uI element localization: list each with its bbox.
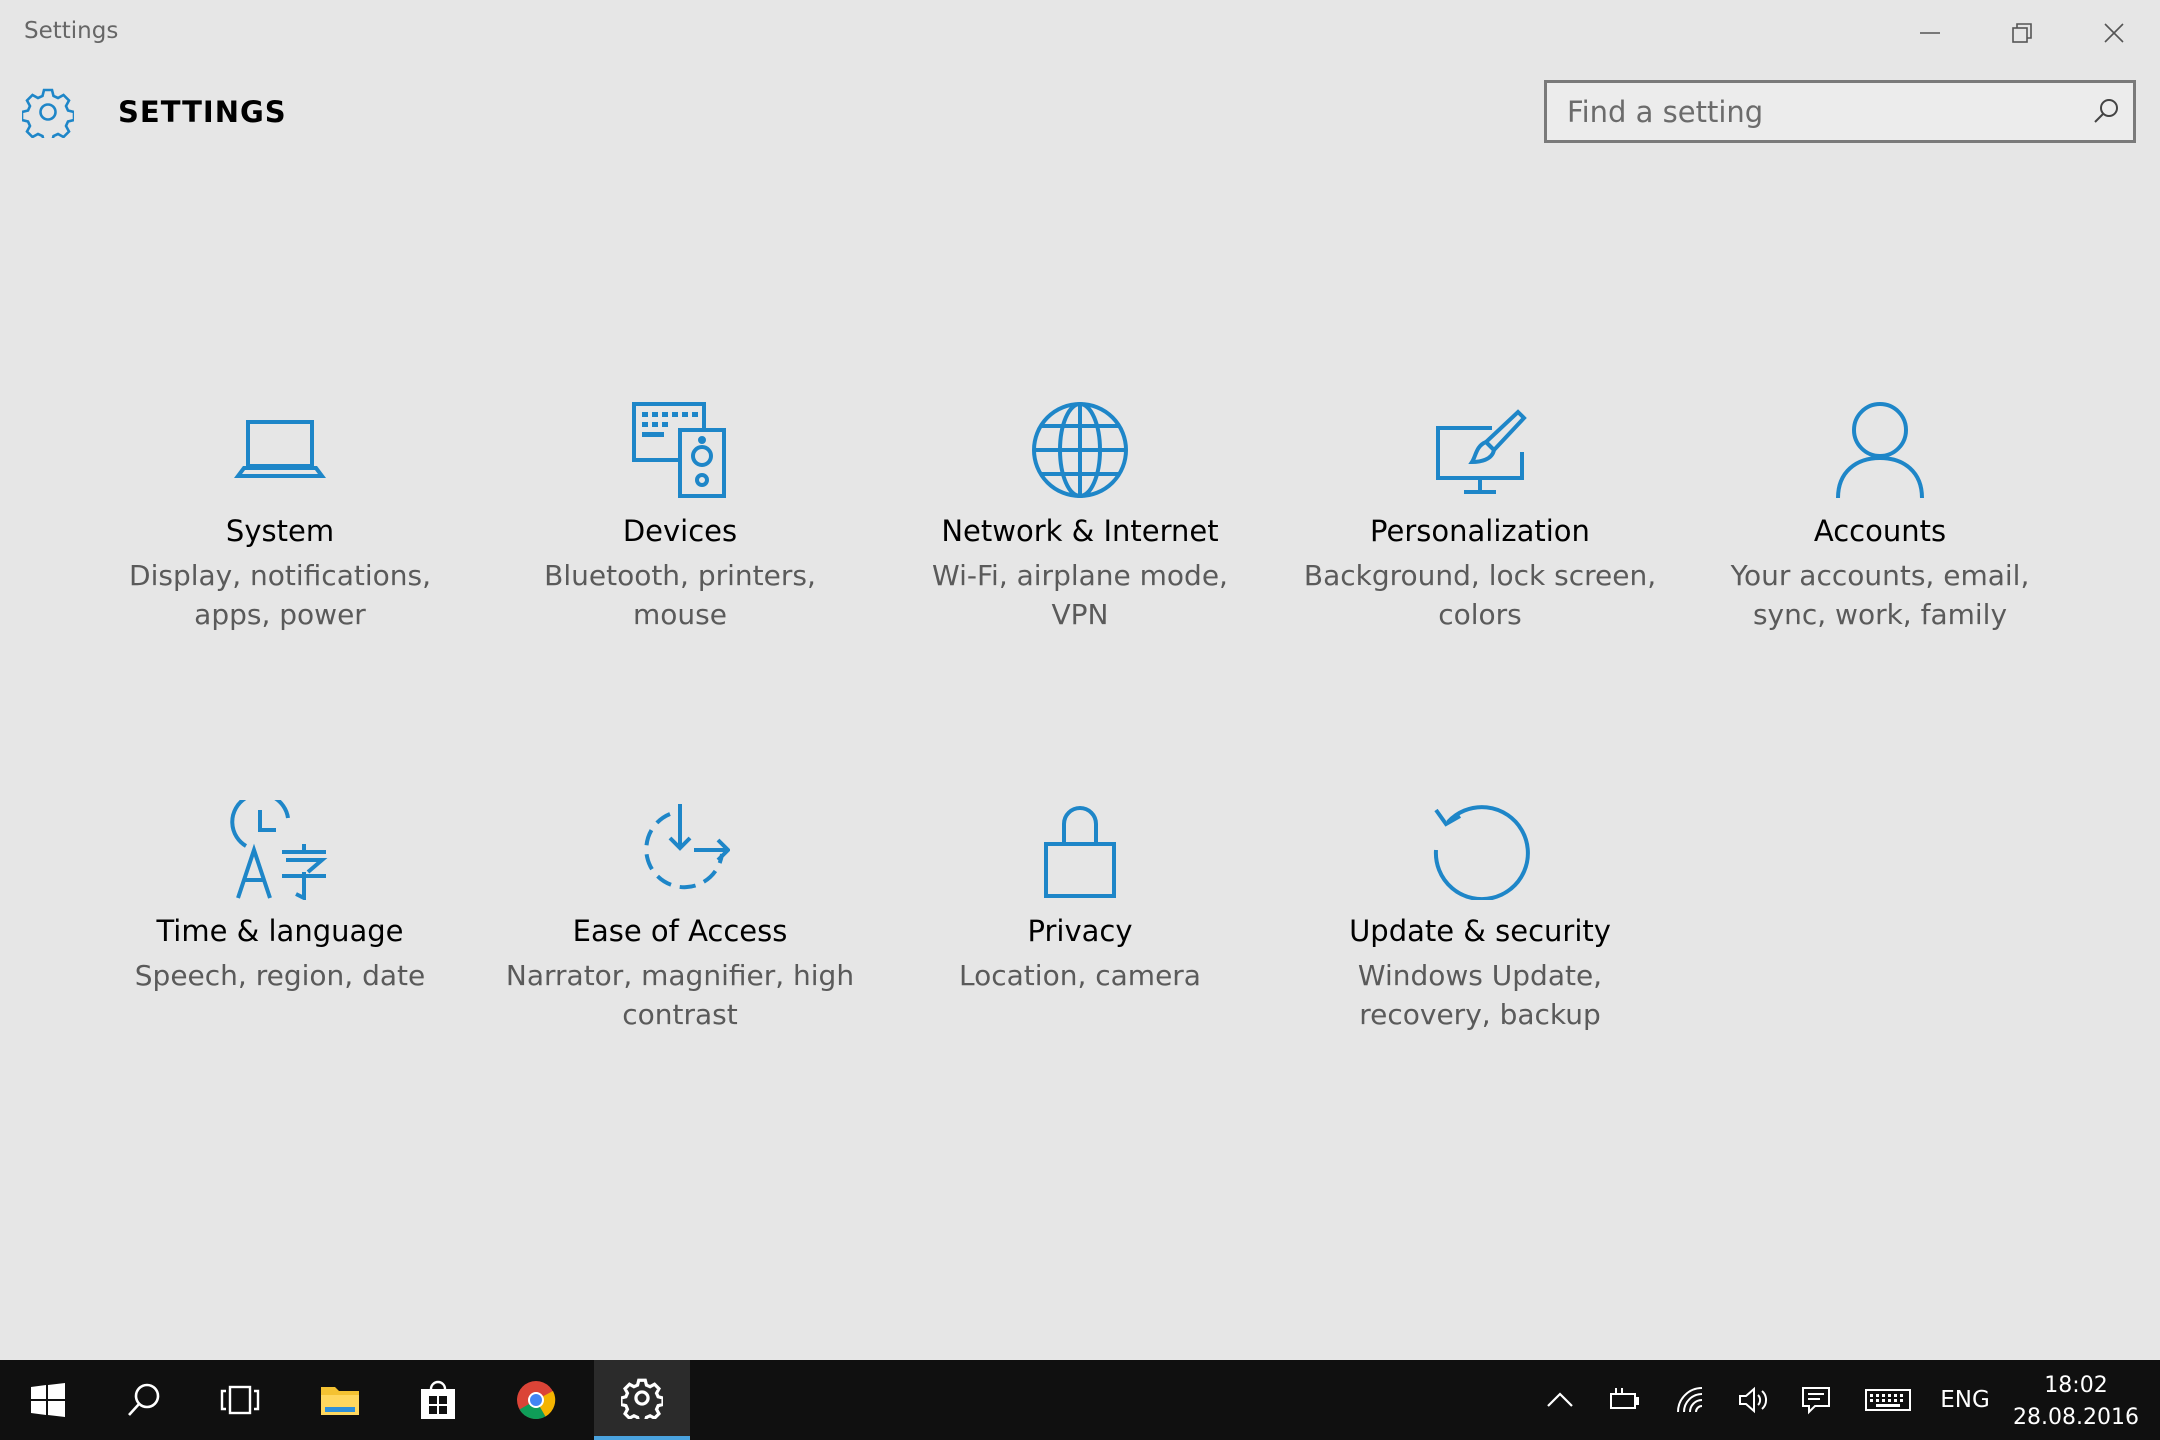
windows-logo-icon	[31, 1383, 65, 1417]
task-view-icon	[220, 1385, 260, 1415]
gear-icon	[22, 88, 74, 138]
tile-description: Location, camera	[959, 959, 1201, 992]
tile-network-internet[interactable]: Network & Internet Wi-Fi, airplane mode,…	[880, 400, 1280, 700]
tile-title: Privacy	[1027, 914, 1133, 948]
speaker-icon	[1739, 1386, 1768, 1414]
tile-time-language[interactable]: Time & language Speech, region, date	[80, 800, 480, 1100]
tile-title: Ease of Access	[572, 914, 788, 948]
time-language-icon	[230, 800, 328, 900]
minimize-icon	[1920, 32, 1940, 34]
battery-charging-icon	[1610, 1388, 1639, 1409]
wifi-icon	[1677, 1387, 1703, 1413]
restore-button[interactable]	[1976, 0, 2068, 66]
minimize-button[interactable]	[1884, 0, 1976, 66]
tile-description: Speech, region, date	[134, 959, 426, 992]
taskbar-search-button[interactable]	[96, 1360, 192, 1440]
laptop-icon	[234, 420, 326, 478]
clock-date: 28.08.2016	[2013, 1405, 2139, 1430]
action-center-button[interactable]	[1786, 1360, 1846, 1440]
ease-of-access-icon	[644, 804, 730, 890]
tile-accounts[interactable]: Accounts Your accounts, email, sync, wor…	[1680, 400, 2080, 700]
store-button[interactable]	[390, 1360, 486, 1440]
person-icon	[1836, 402, 1924, 499]
wifi-button[interactable]	[1660, 1360, 1720, 1440]
tile-description: Your accounts, email, sync, work, family	[1730, 559, 2030, 631]
input-language-indicator[interactable]: ENG	[1930, 1360, 2000, 1440]
globe-icon	[1032, 402, 1128, 498]
tile-description: Wi-Fi, airplane mode, VPN	[932, 559, 1228, 631]
tile-personalization[interactable]: Personalization Background, lock screen,…	[1280, 400, 1680, 700]
touch-keyboard-button[interactable]	[1858, 1360, 1918, 1440]
task-view-button[interactable]	[192, 1360, 288, 1440]
file-explorer-button[interactable]	[292, 1360, 388, 1440]
close-icon	[2104, 23, 2124, 43]
tile-system[interactable]: System Display, notifications, apps, pow…	[80, 400, 480, 700]
taskbar: ENG 18:02 28.08.2016	[0, 1360, 2160, 1440]
tile-description: Display, notifications, apps, power	[129, 559, 431, 631]
title-bar: Settings	[0, 0, 2160, 66]
search-box[interactable]	[1544, 80, 2136, 143]
tile-title: Personalization	[1370, 514, 1590, 548]
battery-button[interactable]	[1594, 1360, 1654, 1440]
search-icon	[128, 1383, 160, 1416]
page-title: SETTINGS	[118, 95, 287, 129]
chevron-up-icon	[1547, 1392, 1573, 1407]
tile-ease-of-access[interactable]: Ease of Access Narrator, magnifier, high…	[480, 800, 880, 1100]
restore-icon	[2012, 23, 2032, 43]
tile-update-security[interactable]: Update & security Windows Update, recove…	[1280, 800, 1680, 1100]
tile-title: Time & language	[156, 914, 404, 948]
lock-icon	[1044, 806, 1116, 898]
tile-title: Update & security	[1349, 914, 1611, 948]
chrome-icon	[517, 1381, 556, 1420]
tile-description: Bluetooth, printers, mouse	[544, 559, 816, 631]
store-icon	[421, 1380, 455, 1419]
tile-title: System	[225, 514, 335, 548]
volume-button[interactable]	[1722, 1360, 1782, 1440]
tile-title: Accounts	[1813, 514, 1947, 548]
tile-privacy[interactable]: Privacy Location, camera	[880, 800, 1280, 1100]
tile-title: Network & Internet	[941, 514, 1219, 548]
tile-title: Devices	[622, 514, 738, 548]
paint-monitor-icon	[1436, 409, 1527, 494]
clock-time: 18:02	[2044, 1373, 2108, 1398]
search-icon[interactable]	[2091, 96, 2121, 126]
refresh-icon	[1433, 805, 1530, 900]
notification-icon	[1802, 1387, 1830, 1415]
start-button[interactable]	[0, 1360, 96, 1440]
tile-description: Background, lock screen, colors	[1303, 559, 1657, 631]
gear-icon	[621, 1378, 663, 1419]
clock[interactable]: 18:02 28.08.2016	[2006, 1370, 2146, 1434]
tile-description: Narrator, magnifier, high contrast	[505, 959, 855, 1031]
keyboard-icon	[1865, 1389, 1911, 1411]
chrome-button[interactable]	[488, 1360, 584, 1440]
settings-taskbar-button[interactable]	[594, 1360, 690, 1440]
search-input[interactable]	[1547, 83, 2087, 140]
close-button[interactable]	[2068, 0, 2160, 66]
folder-icon	[321, 1387, 359, 1415]
show-hidden-icons-button[interactable]	[1530, 1360, 1590, 1440]
tile-devices[interactable]: Devices Bluetooth, printers, mouse	[480, 400, 880, 700]
tile-description: Windows Update, recovery, backup	[1357, 959, 1603, 1031]
window-title: Settings	[24, 18, 119, 44]
devices-icon	[632, 402, 726, 498]
